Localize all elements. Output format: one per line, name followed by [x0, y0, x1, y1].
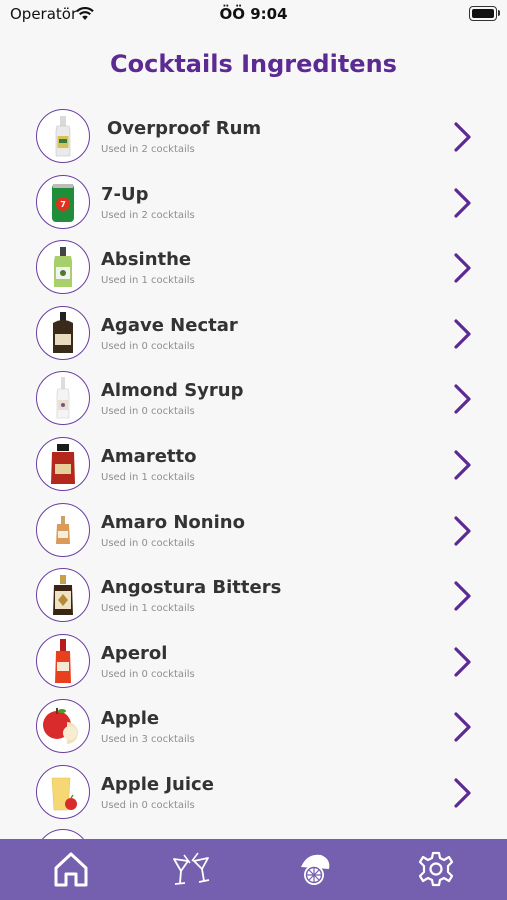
ingredient-row[interactable]: Absinthe Used in 1 cocktails: [0, 235, 507, 301]
ingredient-row-partial: [0, 829, 507, 839]
chevron-right-icon[interactable]: [452, 252, 474, 288]
ingredient-row[interactable]: Almond Syrup Used in 0 cocktails: [0, 366, 507, 432]
ingredient-usage: Used in 2 cocktails: [101, 144, 195, 155]
ingredient-usage: Used in 0 cocktails: [101, 799, 195, 811]
ingredient-row[interactable]: Angostura Bitters Used in 1 cocktails: [0, 563, 507, 629]
juice-glass-icon: [36, 764, 90, 819]
ingredient-name: Aperol: [101, 642, 168, 664]
chevron-right-icon[interactable]: [452, 777, 474, 813]
status-bar: Operatör ÖÖ 9:04: [0, 0, 507, 28]
ingredient-usage: Used in 0 cocktails: [101, 340, 195, 352]
ingredient-name: Almond Syrup: [101, 380, 244, 402]
bitters-bottle-icon: [36, 568, 90, 623]
soda-can-icon: 7: [36, 174, 90, 229]
chevron-right-icon[interactable]: [452, 515, 474, 551]
chevron-right-icon[interactable]: [452, 383, 474, 419]
chevron-right-icon[interactable]: [452, 580, 474, 616]
status-time: ÖÖ 9:04: [219, 5, 288, 23]
ingredient-name: Agave Nectar: [101, 314, 238, 336]
ingredient-row[interactable]: 7 7-Up Used in 2 cocktails: [0, 170, 507, 236]
syrup-bottle-icon: [36, 371, 90, 426]
ingredient-name: Absinthe: [101, 249, 192, 271]
ingredient-usage: Used in 1 cocktails: [101, 471, 195, 483]
aperol-bottle-icon: [36, 633, 90, 688]
ingredient-row[interactable]: Amaretto Used in 1 cocktails: [0, 432, 507, 498]
chevron-right-icon[interactable]: [452, 121, 474, 157]
chevron-right-icon[interactable]: [452, 318, 474, 354]
ingredient-usage: Used in 2 cocktails: [101, 209, 195, 221]
svg-text:7: 7: [60, 200, 66, 209]
ingredient-name: Apple Juice: [101, 773, 214, 795]
ingredient-name: Angostura Bitters: [101, 577, 282, 599]
absinthe-bottle-icon: [36, 240, 90, 295]
rum-bottle-icon: [36, 109, 90, 163]
ingredient-row[interactable]: Aperol Used in 0 cocktails: [0, 629, 507, 695]
chevron-right-icon[interactable]: [452, 711, 474, 747]
chevron-right-icon[interactable]: [452, 187, 474, 223]
ingredient-row[interactable]: Apple Juice Used in 0 cocktails: [0, 760, 507, 826]
ingredient-name: Amaro Nonino: [101, 511, 245, 533]
cocktail-glasses-icon: [173, 852, 210, 885]
ingredient-name: 7-Up: [101, 183, 149, 205]
ingredient-usage: Used in 0 cocktails: [101, 537, 195, 549]
apple-icon: [36, 699, 90, 754]
ingredient-name: Overproof Rum: [107, 118, 262, 139]
page-title: Cocktails Ingreditens: [110, 50, 397, 78]
ingredient-name: Apple: [101, 708, 160, 730]
settings-gear-icon: [418, 851, 454, 887]
ingredient-usage: Used in 3 cocktails: [101, 734, 195, 746]
amaretto-bottle-icon: [36, 436, 90, 491]
ingredient-usage: Used in 1 cocktails: [101, 275, 195, 287]
chevron-right-icon[interactable]: [452, 449, 474, 485]
ingredient-usage: Used in 0 cocktails: [101, 668, 195, 680]
ingredient-usage: Used in 0 cocktails: [101, 406, 195, 418]
lemon-icon: [301, 854, 330, 885]
tab-home[interactable]: [51, 849, 91, 889]
ingredient-row[interactable]: Apple Used in 3 cocktails: [0, 694, 507, 760]
amaro-bottle-icon: [36, 502, 90, 557]
tab-cocktails[interactable]: [172, 849, 212, 889]
ingredient-name: Amaretto: [101, 445, 197, 467]
ingredient-row[interactable]: Overproof Rum Used in 2 cocktails: [0, 104, 507, 170]
tab-settings[interactable]: [416, 849, 456, 889]
bottle-icon: [36, 829, 90, 839]
ingredient-list[interactable]: Overproof Rum Used in 2 cocktails 7 7-Up…: [0, 104, 507, 826]
tab-ingredients[interactable]: [295, 849, 335, 889]
ingredient-row[interactable]: Agave Nectar Used in 0 cocktails: [0, 301, 507, 367]
home-icon: [54, 852, 88, 887]
tab-bar: [0, 839, 507, 900]
agave-bottle-icon: [36, 305, 90, 360]
battery-icon: [469, 6, 500, 21]
chevron-right-icon[interactable]: [452, 646, 474, 682]
ingredient-row[interactable]: Amaro Nonino Used in 0 cocktails: [0, 498, 507, 564]
ingredient-usage: Used in 1 cocktails: [101, 603, 195, 615]
